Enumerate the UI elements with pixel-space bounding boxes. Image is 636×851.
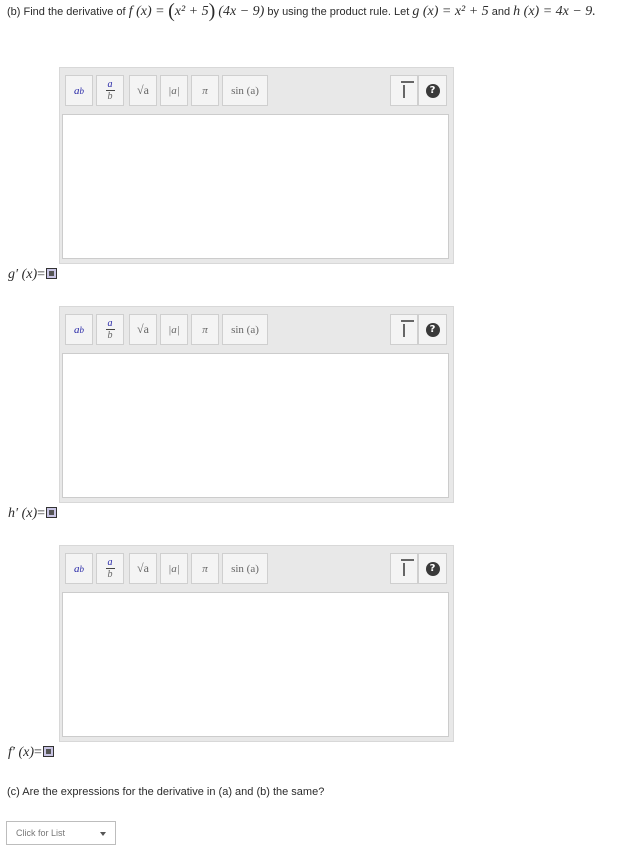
feedback-icon[interactable] <box>42 746 54 757</box>
caret-down-icon <box>100 832 106 836</box>
h-definition: h (x) = 4x − 9. <box>513 4 596 19</box>
answer-label: h′ (x) <box>8 506 38 521</box>
sin-button[interactable]: sin (a) <box>222 314 268 345</box>
sin-button[interactable]: sin (a) <box>222 553 268 584</box>
question-b: (b) Find the derivative of f (x) = (x² +… <box>7 0 596 22</box>
trash-icon <box>401 558 414 576</box>
sin-button[interactable]: sin (a) <box>222 75 268 106</box>
math-input-area[interactable] <box>62 114 449 259</box>
absolute-value-button[interactable]: |a| <box>160 553 188 584</box>
sqrt-button[interactable]: √a <box>129 75 157 106</box>
superscript-button[interactable]: ab <box>65 75 93 106</box>
math-editor-g-prime: ab ab √a |a| π sin (a) ? <box>59 67 454 264</box>
help-icon: ? <box>425 561 440 576</box>
fraction-button[interactable]: ab <box>96 553 124 584</box>
sqrt-button[interactable]: √a <box>129 553 157 584</box>
trash-icon <box>401 319 414 337</box>
fraction-button[interactable]: ab <box>96 314 124 345</box>
fraction-button[interactable]: ab <box>96 75 124 106</box>
g-definition: g (x) = x² + 5 <box>412 4 489 19</box>
help-button[interactable]: ? <box>418 314 447 345</box>
math-editor-h-prime: ab ab √a |a| π sin (a) ? <box>59 306 454 503</box>
editor-toolbar: ab ab √a |a| π sin (a) ? <box>60 68 453 112</box>
superscript-button[interactable]: ab <box>65 553 93 584</box>
answer-f-prime: f′ (x)= <box>8 742 54 760</box>
answer-g-prime: g′ (x)= <box>8 264 58 282</box>
answer-label: g′ (x) <box>8 267 38 282</box>
sqrt-button[interactable]: √a <box>129 314 157 345</box>
math-editor-f-prime: ab ab √a |a| π sin (a) ? <box>59 545 454 742</box>
absolute-value-button[interactable]: |a| <box>160 75 188 106</box>
f-definition: f (x) = <box>128 4 169 19</box>
question-b-and: and <box>491 6 511 18</box>
answer-dropdown[interactable]: Click for List <box>6 821 116 845</box>
question-b-mid: by using the product rule. Let <box>267 6 410 18</box>
pi-button[interactable]: π <box>191 314 219 345</box>
editor-toolbar: ab ab √a |a| π sin (a) ? <box>60 546 453 590</box>
help-button[interactable]: ? <box>418 553 447 584</box>
feedback-icon[interactable] <box>46 507 58 518</box>
help-icon: ? <box>425 83 440 98</box>
trash-icon <box>401 80 414 98</box>
question-b-lead: (b) Find the derivative of <box>7 6 126 18</box>
factor-1: x² + 5 <box>174 4 209 19</box>
question-c: (c) Are the expressions for the derivati… <box>7 786 325 798</box>
absolute-value-button[interactable]: |a| <box>160 314 188 345</box>
clear-button[interactable] <box>390 314 418 345</box>
answer-h-prime: h′ (x)= <box>8 503 58 521</box>
help-icon: ? <box>425 322 440 337</box>
editor-toolbar: ab ab √a |a| π sin (a) ? <box>60 307 453 351</box>
dropdown-placeholder: Click for List <box>16 828 66 838</box>
superscript-button[interactable]: ab <box>65 314 93 345</box>
clear-button[interactable] <box>390 553 418 584</box>
math-input-area[interactable] <box>62 592 449 737</box>
factor-2: (4x − 9) <box>218 4 265 19</box>
feedback-icon[interactable] <box>46 268 58 279</box>
pi-button[interactable]: π <box>191 75 219 106</box>
math-input-area[interactable] <box>62 353 449 498</box>
pi-button[interactable]: π <box>191 553 219 584</box>
help-button[interactable]: ? <box>418 75 447 106</box>
clear-button[interactable] <box>390 75 418 106</box>
answer-label: f′ (x) <box>8 745 34 760</box>
